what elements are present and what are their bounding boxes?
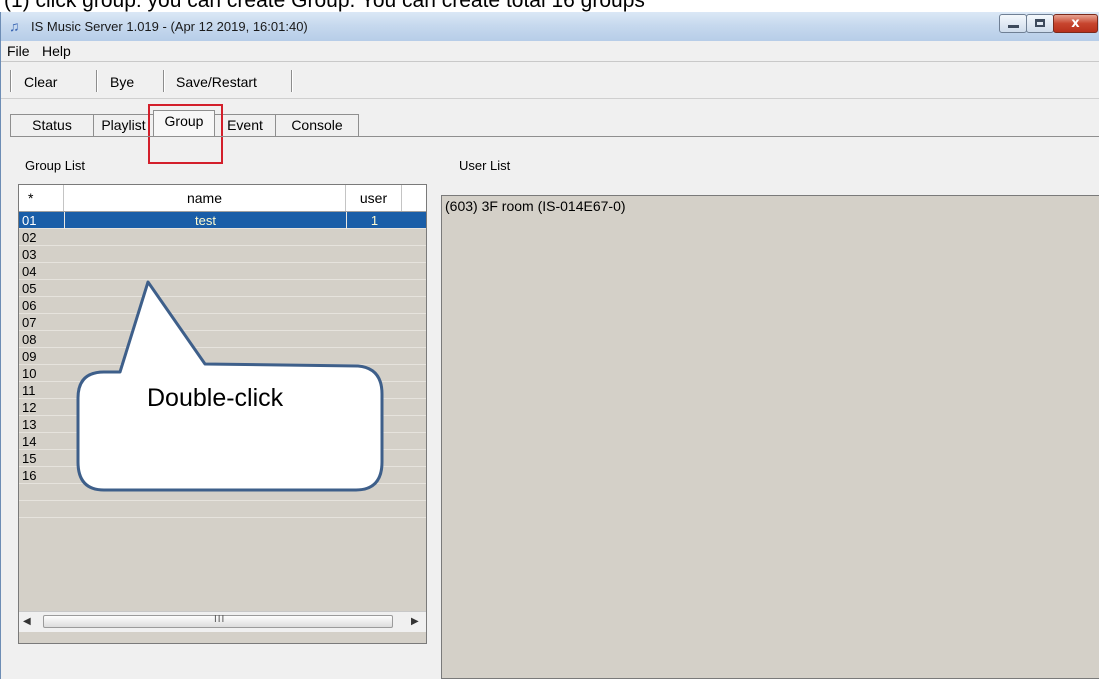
close-icon: x — [1071, 16, 1080, 31]
column-header-index[interactable]: * — [19, 185, 64, 211]
horizontal-scrollbar[interactable]: ◀ III ▶ — [19, 611, 426, 632]
empty-row — [19, 501, 426, 518]
group-id-cell: 06 — [22, 298, 37, 313]
save-restart-button[interactable]: Save/Restart — [176, 74, 257, 90]
menu-file[interactable]: File — [7, 43, 30, 59]
group-id-cell: 05 — [22, 281, 37, 296]
minimize-button[interactable] — [999, 14, 1027, 33]
scroll-grip: III — [214, 614, 226, 625]
minimize-icon — [1008, 25, 1019, 28]
group-id-cell: 14 — [22, 434, 37, 449]
group-id-cell: 02 — [22, 230, 37, 245]
tab-playlist[interactable]: Playlist — [93, 114, 154, 136]
user-list-item[interactable]: (603) 3F room (IS-014E67-0) — [445, 198, 626, 214]
column-header-user[interactable]: user — [346, 185, 402, 211]
group-id-cell: 07 — [22, 315, 37, 330]
toolbar-separator — [163, 70, 165, 92]
group-id-cell: 01 — [22, 213, 37, 228]
group-list-label: Group List — [25, 158, 85, 173]
clear-button[interactable]: Clear — [24, 74, 57, 90]
group-id-cell: 16 — [22, 468, 37, 483]
group-id-cell: 03 — [22, 247, 37, 262]
group-id-cell: 09 — [22, 349, 37, 364]
group-user-cell: 1 — [346, 212, 402, 229]
maximize-button[interactable] — [1026, 14, 1054, 33]
tab-event[interactable]: Event — [214, 114, 276, 136]
tab-console[interactable]: Console — [275, 114, 359, 136]
close-button[interactable]: x — [1053, 14, 1098, 33]
callout-text: Double-click — [147, 384, 284, 412]
group-id-cell: 10 — [22, 366, 37, 381]
scroll-left-icon[interactable]: ◀ — [23, 616, 31, 627]
group-id-cell: 11 — [22, 383, 36, 398]
tab-status[interactable]: Status — [10, 114, 94, 136]
table-row[interactable]: 01 test 1 — [19, 212, 426, 229]
scroll-right-icon[interactable]: ▶ — [411, 616, 419, 627]
menu-bar: File Help — [1, 41, 1099, 62]
toolbar-separator — [291, 70, 293, 92]
group-id-cell: 08 — [22, 332, 37, 347]
table-row[interactable]: 02 — [19, 229, 426, 246]
group-id-cell: 04 — [22, 264, 37, 279]
column-header-name[interactable]: name — [64, 185, 346, 211]
group-list-header: * name user — [19, 185, 426, 212]
toolbar-separator — [10, 70, 12, 92]
group-id-cell: 15 — [22, 451, 37, 466]
maximize-icon — [1035, 19, 1045, 27]
group-id-cell: 13 — [22, 417, 37, 432]
group-name-cell: test — [64, 212, 346, 229]
column-header-filler — [402, 185, 426, 211]
user-list-label: User List — [459, 158, 511, 173]
table-row[interactable]: 03 — [19, 246, 426, 263]
group-id-cell: 12 — [22, 400, 37, 415]
title-bar[interactable]: ♫ IS Music Server 1.019 - (Apr 12 2019, … — [1, 12, 1099, 41]
music-note-icon: ♫ — [9, 18, 20, 34]
scrollbar-thumb[interactable]: III — [43, 614, 393, 628]
window-title: IS Music Server 1.019 - (Apr 12 2019, 16… — [31, 19, 308, 34]
bye-button[interactable]: Bye — [110, 74, 134, 90]
toolbar: Clear Bye Save/Restart — [1, 62, 1099, 99]
menu-help[interactable]: Help — [42, 43, 71, 59]
toolbar-separator — [96, 70, 98, 92]
user-list[interactable]: (603) 3F room (IS-014E67-0) — [441, 195, 1099, 679]
